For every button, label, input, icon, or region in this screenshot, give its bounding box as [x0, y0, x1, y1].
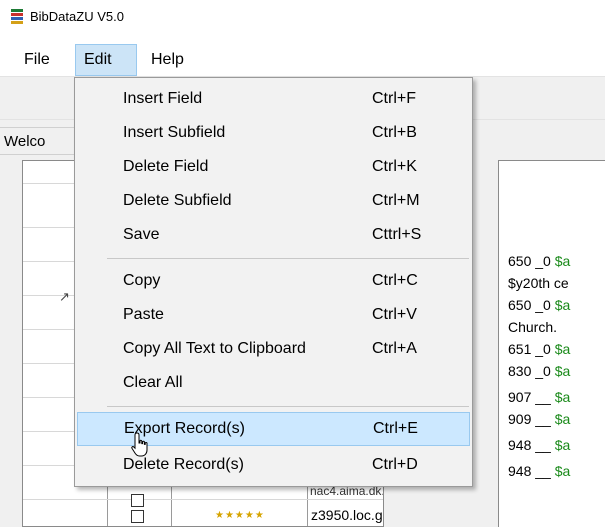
menu-item-insert-field[interactable]: Insert Field Ctrl+F — [77, 82, 470, 116]
menu-separator — [107, 258, 469, 259]
menu-item-save[interactable]: Save Cttrl+S — [77, 218, 470, 252]
menu-item-delete-field[interactable]: Delete Field Ctrl+K — [77, 150, 470, 184]
marc-field-line: 948 __ $a — [508, 463, 571, 479]
app-books-icon — [10, 8, 24, 24]
source-cell: z3950.loc.gov — [311, 507, 383, 523]
menu-item-clear-all[interactable]: Clear All — [77, 366, 470, 400]
edit-menu-dropdown: Insert Field Ctrl+F Insert Subfield Ctrl… — [74, 77, 473, 487]
rating-stars: ★★★★★ — [215, 510, 265, 521]
marc-field-line: 948 __ $a — [508, 437, 571, 453]
menu-item-copy[interactable]: Copy Ctrl+C — [77, 264, 470, 298]
row-pointer-icon: ↗ — [59, 289, 70, 304]
marc-field-line: Church. — [508, 319, 558, 335]
menu-help[interactable]: Help — [151, 44, 184, 76]
marc-field-line: 651 _0 $a — [508, 341, 571, 357]
record-view[interactable]: 650 _0 $a $y20th ce 650 _0 $a Church. 65… — [498, 160, 605, 527]
marc-field-line: 830 _0 $a — [508, 363, 571, 379]
window-title: BibDataZU V5.0 — [30, 8, 124, 24]
menu-item-paste[interactable]: Paste Ctrl+V — [77, 298, 470, 332]
marc-field-line: $y20th ce — [508, 275, 569, 291]
menu-item-delete-subfield[interactable]: Delete Subfield Ctrl+M — [77, 184, 470, 218]
row-select-checkbox[interactable] — [131, 494, 144, 507]
menu-item-copy-all-text[interactable]: Copy All Text to Clipboard Ctrl+A — [77, 332, 470, 366]
menu-bar: File Edit Help — [0, 44, 605, 76]
marc-field-line: 650 _0 $a — [508, 297, 571, 313]
marc-field-line: 650 _0 $a — [508, 253, 571, 269]
grid-row-divider — [23, 499, 383, 500]
marc-field-line: 907 __ $a — [508, 389, 571, 405]
hand-pointer-cursor-icon — [131, 432, 148, 457]
menu-edit[interactable]: Edit — [75, 44, 137, 76]
menu-item-insert-subfield[interactable]: Insert Subfield Ctrl+B — [77, 116, 470, 150]
marc-field-line: 909 __ $a — [508, 411, 571, 427]
row-select-checkbox[interactable] — [131, 510, 144, 523]
menu-separator — [107, 406, 469, 407]
title-bar: BibDataZU V5.0 — [0, 0, 605, 32]
menu-file[interactable]: File — [24, 44, 50, 76]
